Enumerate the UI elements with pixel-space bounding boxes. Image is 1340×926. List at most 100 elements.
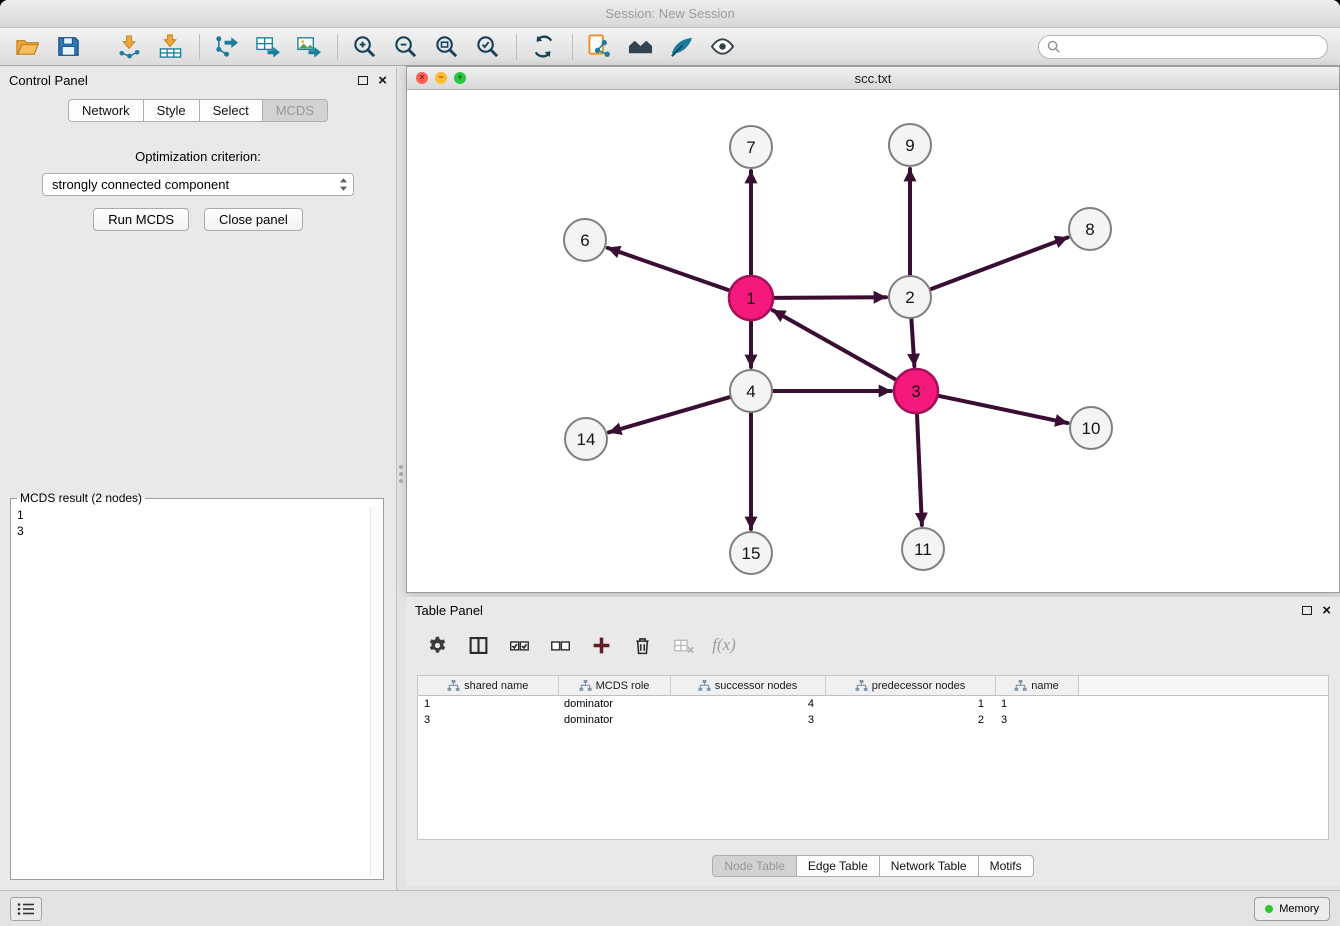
tab-mcds[interactable]: MCDS: [262, 99, 328, 122]
create-column-icon[interactable]: [589, 633, 613, 657]
table-row[interactable]: 1dominator411: [418, 696, 1328, 713]
float-panel-icon[interactable]: [358, 76, 368, 85]
table-tab-edge-table[interactable]: Edge Table: [796, 855, 880, 877]
export-image-icon[interactable]: [293, 32, 323, 62]
column-header-mcds-role[interactable]: MCDS role: [558, 676, 670, 696]
zoom-out-icon[interactable]: [390, 32, 420, 62]
window-minimize-button[interactable]: −: [435, 72, 447, 84]
main-toolbar: [0, 28, 1340, 66]
zoom-in-icon[interactable]: [349, 32, 379, 62]
graph-edge[interactable]: [773, 310, 896, 379]
graph-node[interactable]: 14: [565, 418, 607, 460]
graph-node[interactable]: 4: [730, 370, 772, 412]
memory-button[interactable]: Memory: [1254, 897, 1330, 921]
tab-select[interactable]: Select: [199, 99, 263, 122]
mcds-buttons-row: Run MCDS Close panel: [0, 208, 396, 231]
svg-text:8: 8: [1085, 220, 1094, 239]
optimization-dropdown[interactable]: strongly connected component: [42, 173, 354, 196]
graph-edge[interactable]: [939, 396, 1068, 423]
graph-node[interactable]: 1: [729, 276, 773, 320]
run-mcds-button[interactable]: Run MCDS: [93, 208, 189, 231]
zoom-fit-icon[interactable]: [431, 32, 461, 62]
zoom-selected-icon[interactable]: [472, 32, 502, 62]
column-header-predecessor-nodes[interactable]: predecessor nodes: [825, 676, 995, 696]
window-close-button[interactable]: ×: [416, 72, 428, 84]
export-network-icon[interactable]: [211, 32, 241, 62]
network-window: ×−+ scc.txt 7968124314101511: [406, 66, 1340, 593]
gear-icon[interactable]: [425, 633, 449, 657]
delete-column-icon[interactable]: [630, 633, 654, 657]
svg-text:1: 1: [746, 289, 755, 308]
toggle-columns-icon[interactable]: [466, 633, 490, 657]
refresh-layout-icon[interactable]: [528, 32, 558, 62]
mcds-result-list[interactable]: 13: [17, 507, 377, 539]
table-tab-network-table[interactable]: Network Table: [879, 855, 979, 877]
column-header-shared-name[interactable]: shared name: [418, 676, 558, 696]
export-table-icon[interactable]: [252, 32, 282, 62]
column-header-successor-nodes[interactable]: successor nodes: [670, 676, 825, 696]
table-header-row: shared name MCDS role successor nodes prede…: [418, 676, 1328, 696]
float-table-panel-icon[interactable]: [1302, 606, 1312, 615]
graph-node[interactable]: 9: [889, 124, 931, 166]
column-label: name: [1031, 680, 1059, 692]
graph-edge[interactable]: [608, 248, 730, 291]
tab-network[interactable]: Network: [68, 99, 144, 122]
column-label: successor nodes: [715, 680, 798, 692]
graph-node[interactable]: 6: [564, 219, 606, 261]
graph-node[interactable]: 2: [889, 276, 931, 318]
style-brush-icon[interactable]: [666, 32, 696, 62]
select-all-rows-icon[interactable]: [507, 633, 531, 657]
search-icon: [1047, 40, 1060, 53]
graph-edge[interactable]: [911, 319, 914, 366]
eye-icon[interactable]: [707, 32, 737, 62]
import-network-icon[interactable]: [114, 32, 144, 62]
tab-style[interactable]: Style: [143, 99, 200, 122]
search-input[interactable]: [1066, 39, 1319, 55]
search-box[interactable]: [1038, 35, 1328, 59]
close-panel-icon[interactable]: ×: [378, 73, 387, 88]
import-table-icon[interactable]: [155, 32, 185, 62]
svg-text:9: 9: [905, 136, 914, 155]
svg-text:3: 3: [911, 382, 920, 401]
graph-node[interactable]: 7: [730, 126, 772, 168]
optimization-label: Optimization criterion:: [0, 149, 396, 164]
dropdown-stepper-icon: [339, 177, 348, 192]
table-panel-tabs: Node TableEdge TableNetwork TableMotifs: [406, 855, 1340, 877]
graph-node[interactable]: 15: [730, 532, 772, 574]
graph-edge[interactable]: [917, 414, 922, 525]
control-panel-header: Control Panel ×: [0, 67, 396, 93]
mcds-result-node: 1: [17, 507, 377, 523]
panel-splitter[interactable]: [397, 67, 406, 890]
deselect-all-rows-icon[interactable]: [548, 633, 572, 657]
network-graph: 7 9 6 8 1 2 4 3 14 10 15 11: [407, 89, 1339, 592]
column-type-icon: [1014, 679, 1027, 692]
graph-edge[interactable]: [774, 297, 886, 298]
graph-node[interactable]: 3: [894, 369, 938, 413]
network-canvas[interactable]: 7 9 6 8 1 2 4 3 14 10 15 11: [407, 89, 1339, 592]
close-table-panel-icon[interactable]: ×: [1322, 603, 1331, 618]
table-tab-motifs[interactable]: Motifs: [978, 855, 1034, 877]
table-panel-header: Table Panel ×: [406, 597, 1340, 623]
show-panels-button[interactable]: [10, 897, 42, 921]
open-session-icon[interactable]: [12, 32, 42, 62]
window-zoom-button[interactable]: +: [454, 72, 466, 84]
memory-status-dot: [1265, 905, 1273, 913]
graph-edge[interactable]: [931, 238, 1068, 290]
column-type-icon: [698, 679, 711, 692]
graph-node[interactable]: 11: [902, 528, 944, 570]
column-header-name[interactable]: name: [995, 676, 1078, 696]
column-label: MCDS role: [596, 680, 650, 692]
table-tab-node-table[interactable]: Node Table: [712, 855, 797, 877]
graph-node[interactable]: 8: [1069, 208, 1111, 250]
graph-node[interactable]: 10: [1070, 407, 1112, 449]
save-session-icon[interactable]: [53, 32, 83, 62]
result-scrollbar[interactable]: [370, 507, 381, 877]
window-controls: ×−+: [416, 72, 473, 84]
mcds-result-title: MCDS result (2 nodes): [17, 491, 145, 505]
graph-edge[interactable]: [609, 397, 730, 432]
table-row[interactable]: 3dominator323: [418, 712, 1328, 728]
svg-text:7: 7: [746, 138, 755, 157]
ndex-icon[interactable]: [625, 32, 655, 62]
close-panel-button[interactable]: Close panel: [204, 208, 303, 231]
apply-layout-icon[interactable]: [584, 32, 614, 62]
